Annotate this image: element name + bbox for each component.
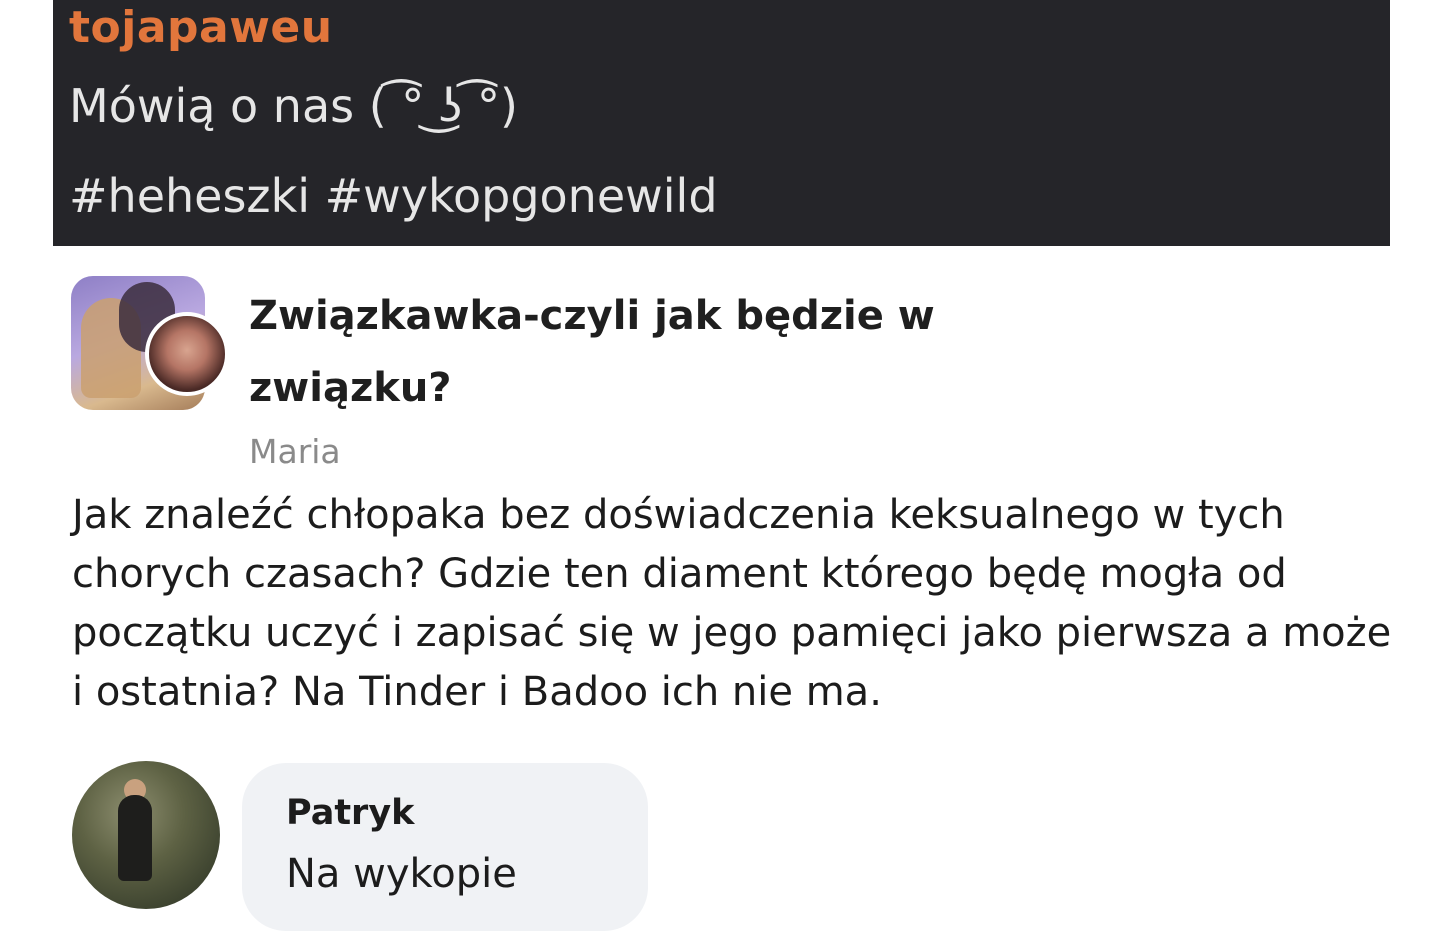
group-title[interactable]: Związkawka-czyli jak będzie w związku? [249,280,1009,424]
entry-tags: #heheszki #wykopgonewild [69,168,718,224]
comment-bubble: Patryk Na wykopie [242,763,648,931]
tag-heheszki[interactable]: #heheszki [69,169,310,223]
entry-text: Mówią o nas ( ͡° ͜ʖ ͡°) [69,79,518,133]
poster-name[interactable]: Maria [249,430,341,474]
entry-author-name[interactable]: tojapaweu [69,2,333,54]
poster-profile-photo [145,312,229,396]
post-body: Jak znaleźć chłopaka bez doświadczenia k… [72,492,1392,715]
wykop-entry: tojapaweu Mówią o nas ( ͡° ͜ʖ ͡°) #hehes… [53,0,1390,246]
group-avatar[interactable] [71,276,229,410]
comment-text: Na wykopie [286,851,517,897]
screenshot-root: tojapaweu Mówią o nas ( ͡° ͜ʖ ͡°) #hehes… [0,0,1440,936]
commenter-avatar[interactable] [72,761,220,909]
comment-author-name[interactable]: Patryk [286,791,414,835]
tag-wykopgonewild[interactable]: #wykopgonewild [325,169,718,223]
